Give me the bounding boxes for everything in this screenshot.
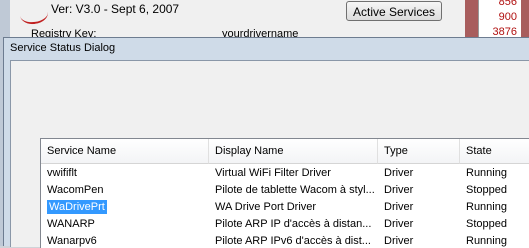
state-cell: Running: [466, 201, 507, 213]
service-name-cell: WaDrivePrt: [41, 199, 209, 216]
type-cell: Driver: [384, 184, 414, 196]
display-name-cell: Pilote ARP IP d'accès à distan...: [215, 218, 372, 230]
table-row[interactable]: WacomPen Pilote de tablette Wacom à styl…: [41, 182, 529, 199]
number-panel: 856 900 3876: [478, 0, 521, 42]
version-text: Ver: V3.0 - Sept 6, 2007: [51, 2, 180, 16]
service-name-cell: vwififlt: [47, 167, 77, 179]
active-services-button[interactable]: Active Services: [346, 1, 442, 21]
column-header-display-name[interactable]: Display Name: [209, 139, 378, 164]
service-list[interactable]: Service Name Display Name Type State vwi…: [40, 138, 529, 248]
dialog-title: Service Status Dialog: [10, 42, 116, 54]
service-name-cell: WANARP: [47, 218, 95, 230]
column-header-state[interactable]: State: [460, 139, 529, 164]
selected-service-name: WaDrivePrt: [47, 200, 107, 214]
number-value: 856: [498, 0, 517, 8]
number-value: 900: [498, 11, 517, 23]
display-name-cell: Virtual WiFi Filter Driver: [215, 167, 331, 179]
display-name-cell: WA Drive Port Driver: [215, 201, 317, 213]
type-cell: Driver: [384, 167, 414, 179]
service-name-cell: WacomPen: [47, 184, 104, 196]
display-name-cell: Pilote de tablette Wacom à styl...: [215, 184, 375, 196]
table-row[interactable]: vwififlt Virtual WiFi Filter Driver Driv…: [41, 165, 529, 182]
type-cell: Driver: [384, 201, 414, 213]
dialog-body: Service Name Display Name Type State vwi…: [10, 60, 529, 248]
state-cell: Running: [466, 167, 507, 179]
type-cell: Driver: [384, 218, 414, 230]
logo-swoosh-icon: [18, 2, 50, 26]
service-status-dialog: Service Status Dialog Service Name Displ…: [3, 37, 529, 248]
column-header-type[interactable]: Type: [378, 139, 460, 164]
state-cell: Stopped: [466, 184, 507, 196]
table-row-selected[interactable]: WaDrivePrt WA Drive Port Driver Driver R…: [41, 199, 529, 216]
state-cell: Stopped: [466, 218, 507, 230]
table-row[interactable]: WANARP Pilote ARP IP d'accès à distan...…: [41, 216, 529, 233]
column-header-service-name[interactable]: Service Name: [41, 139, 209, 164]
